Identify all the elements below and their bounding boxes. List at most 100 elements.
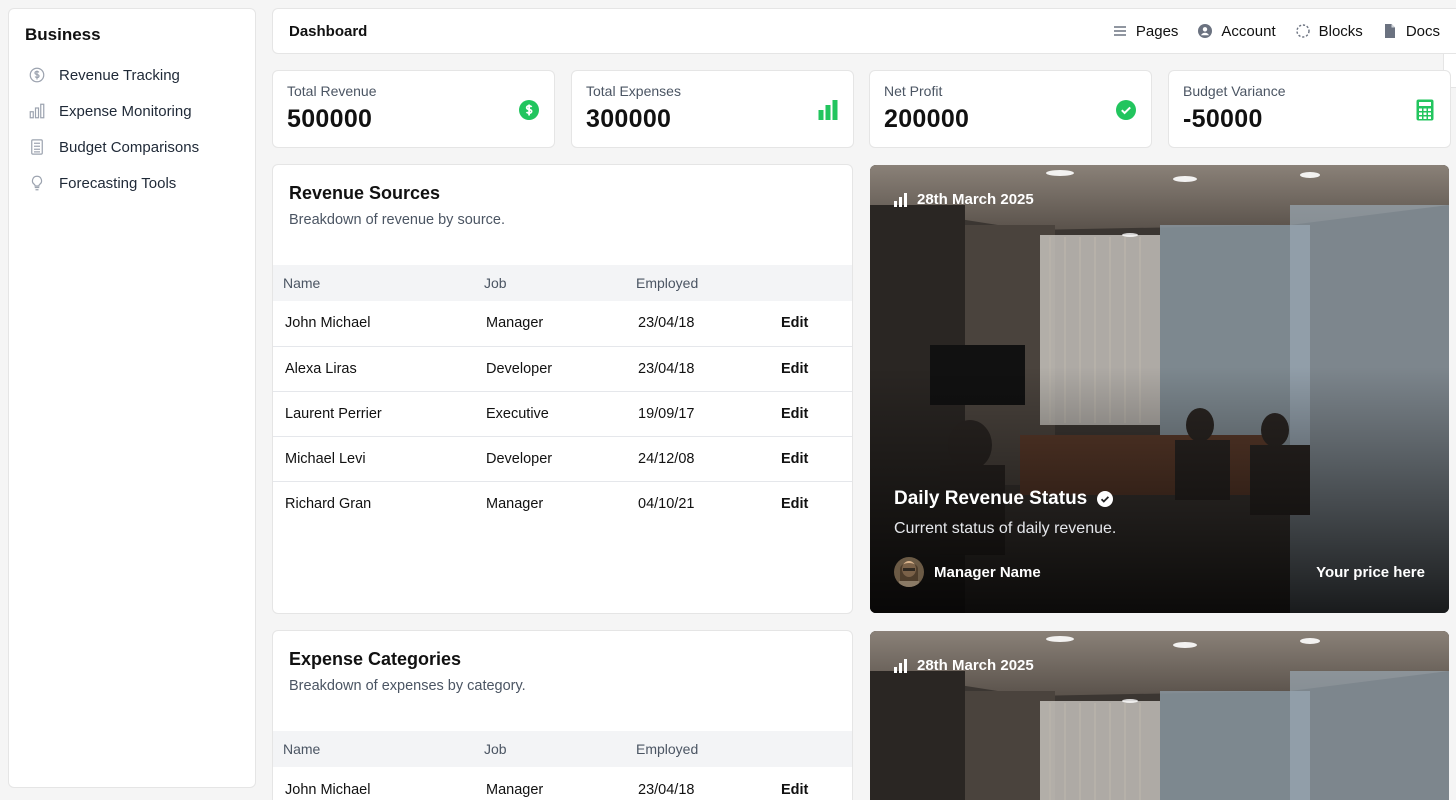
manager-name: Manager Name bbox=[934, 563, 1041, 581]
cell-name: Alexa Liras bbox=[273, 346, 474, 392]
card-date: 28th March 2025 bbox=[894, 657, 1034, 674]
date-label: 28th March 2025 bbox=[917, 191, 1034, 208]
edit-link[interactable]: Edit bbox=[769, 436, 852, 482]
calculator-icon bbox=[1414, 99, 1436, 121]
dollar-circle-icon bbox=[518, 99, 540, 121]
stat-value: 500000 bbox=[287, 105, 373, 133]
stat-value: 300000 bbox=[586, 105, 672, 133]
nav-pages[interactable]: Pages bbox=[1113, 22, 1179, 40]
column-header-name: Name bbox=[283, 275, 321, 291]
revenue-sources-card: Revenue Sources Breakdown of revenue by … bbox=[272, 164, 853, 614]
column-header-employed: Employed bbox=[636, 275, 699, 291]
card-title-text: Daily Revenue Status bbox=[894, 488, 1088, 509]
column-header-employed: Employed bbox=[636, 741, 699, 757]
cell-job: Manager bbox=[486, 495, 544, 512]
bar-chart-icon bbox=[817, 99, 839, 121]
card-title: Daily Revenue Status bbox=[894, 488, 1114, 510]
sidebar-item-label: Forecasting Tools bbox=[59, 174, 177, 192]
cell-employed: 04/10/21 bbox=[638, 495, 695, 512]
cell-employed: 23/04/18 bbox=[638, 781, 695, 798]
table-row: Alexa Liras Developer 23/04/18 Edit bbox=[273, 346, 852, 392]
cell-job: Manager bbox=[486, 781, 544, 798]
signal-bars-icon bbox=[894, 658, 907, 673]
nav-blocks-label: Blocks bbox=[1318, 22, 1363, 40]
table-header-row: Name Job Employed bbox=[273, 731, 852, 767]
table-header-row: Name Job Employed bbox=[273, 265, 852, 301]
cell-job: Developer bbox=[474, 346, 626, 392]
edit-link[interactable]: Edit bbox=[769, 767, 852, 800]
nav-docs[interactable]: Docs bbox=[1383, 23, 1440, 40]
top-bar: Dashboard Pages Account Blocks Docs bbox=[272, 8, 1456, 54]
nav-account[interactable]: Account bbox=[1198, 22, 1276, 40]
date-label: 28th March 2025 bbox=[917, 657, 1034, 674]
edit-link[interactable]: Edit bbox=[769, 346, 852, 392]
expense-categories-card: Expense Categories Breakdown of expenses… bbox=[272, 630, 853, 800]
stat-card-net-profit: Net Profit 200000 bbox=[869, 70, 1152, 148]
sidebar-item-budget-comparisons[interactable]: Budget Comparisons bbox=[25, 129, 239, 165]
cell-name: Laurent Perrier bbox=[273, 391, 474, 437]
cell-employed: 24/12/08 bbox=[626, 436, 769, 482]
image-card-2[interactable]: 28th March 2025 bbox=[870, 631, 1449, 800]
stat-label: Total Expenses bbox=[586, 83, 681, 99]
table-row: Michael Levi Developer 24/12/08 Edit bbox=[273, 436, 852, 482]
dashed-circle-icon bbox=[1295, 24, 1310, 38]
column-header-name: Name bbox=[283, 741, 321, 757]
edit-link[interactable]: Edit bbox=[769, 301, 852, 347]
lightbulb-icon bbox=[27, 173, 47, 193]
menu-lines-icon bbox=[1113, 24, 1127, 38]
avatar bbox=[894, 557, 924, 587]
card-date: 28th March 2025 bbox=[894, 191, 1034, 208]
cell-name: Richard Gran bbox=[285, 495, 372, 512]
card-subtitle: Breakdown of revenue by source. bbox=[289, 212, 506, 228]
stat-label: Net Profit bbox=[884, 83, 943, 99]
card-footer: Manager Name Your price here bbox=[894, 557, 1425, 587]
cell-employed: 19/09/17 bbox=[626, 391, 769, 437]
column-header-actions bbox=[769, 265, 852, 301]
sidebar-item-forecasting-tools[interactable]: Forecasting Tools bbox=[25, 165, 239, 201]
card-subtitle: Current status of daily revenue. bbox=[894, 520, 1117, 537]
sidebar-item-expense-monitoring[interactable]: Expense Monitoring bbox=[25, 93, 239, 129]
nav-blocks[interactable]: Blocks bbox=[1295, 22, 1363, 40]
table-row: Laurent Perrier Executive 19/09/17 Edit bbox=[273, 391, 852, 437]
card-title: Revenue Sources bbox=[289, 183, 441, 203]
office-meeting-photo bbox=[870, 165, 1449, 613]
sidebar-item-revenue-tracking[interactable]: Revenue Tracking bbox=[25, 57, 239, 93]
stat-card-total-revenue: Total Revenue 500000 bbox=[272, 70, 555, 148]
cell-job: Executive bbox=[474, 391, 626, 437]
table-row: John Michael Manager 23/04/18 Edit bbox=[273, 301, 852, 347]
nav-account-label: Account bbox=[1221, 22, 1276, 40]
stat-value: 200000 bbox=[884, 105, 970, 133]
revenue-table: Name Job Employed John Michael Manager 2… bbox=[273, 265, 852, 526]
user-circle-icon bbox=[1198, 24, 1213, 38]
column-header-job: Job bbox=[484, 275, 507, 291]
bar-chart-icon bbox=[27, 101, 47, 121]
edit-link[interactable]: Edit bbox=[769, 481, 852, 526]
card-title: Expense Categories bbox=[289, 649, 462, 669]
daily-revenue-status-card[interactable]: 28th March 2025 Daily Revenue Status Cur… bbox=[870, 165, 1449, 613]
table-row: Richard Gran Manager 04/10/21 Edit bbox=[273, 481, 852, 526]
sidebar-title: Business bbox=[25, 25, 101, 44]
sidebar-item-label: Expense Monitoring bbox=[59, 102, 192, 120]
cell-job: Manager bbox=[474, 301, 626, 347]
nav-pages-label: Pages bbox=[1135, 22, 1179, 40]
check-circle-icon bbox=[1115, 99, 1137, 121]
stat-label: Budget Variance bbox=[1183, 83, 1286, 99]
sidebar-item-label: Revenue Tracking bbox=[59, 66, 180, 84]
calculator-icon bbox=[27, 137, 47, 157]
nav-docs-label: Docs bbox=[1405, 22, 1440, 40]
page-title: Dashboard bbox=[289, 22, 368, 40]
cell-name: Michael Levi bbox=[273, 436, 474, 482]
sidebar: Business Revenue Tracking Expense Monito… bbox=[8, 8, 256, 788]
cell-employed: 23/04/18 bbox=[626, 346, 769, 392]
cell-name: John Michael bbox=[273, 301, 474, 347]
cell-employed: 23/04/18 bbox=[626, 301, 769, 347]
column-header-actions bbox=[769, 731, 852, 767]
sidebar-item-label: Budget Comparisons bbox=[59, 138, 200, 156]
top-nav: Pages Account Blocks Docs bbox=[1113, 23, 1440, 40]
table-row: John Michael Manager 23/04/18 Edit bbox=[273, 767, 852, 800]
verified-check-icon bbox=[1097, 491, 1114, 507]
edit-link[interactable]: Edit bbox=[769, 391, 852, 437]
stat-card-total-expenses: Total Expenses 300000 bbox=[571, 70, 854, 148]
column-header-job: Job bbox=[484, 741, 507, 757]
cell-job: Developer bbox=[474, 436, 626, 482]
